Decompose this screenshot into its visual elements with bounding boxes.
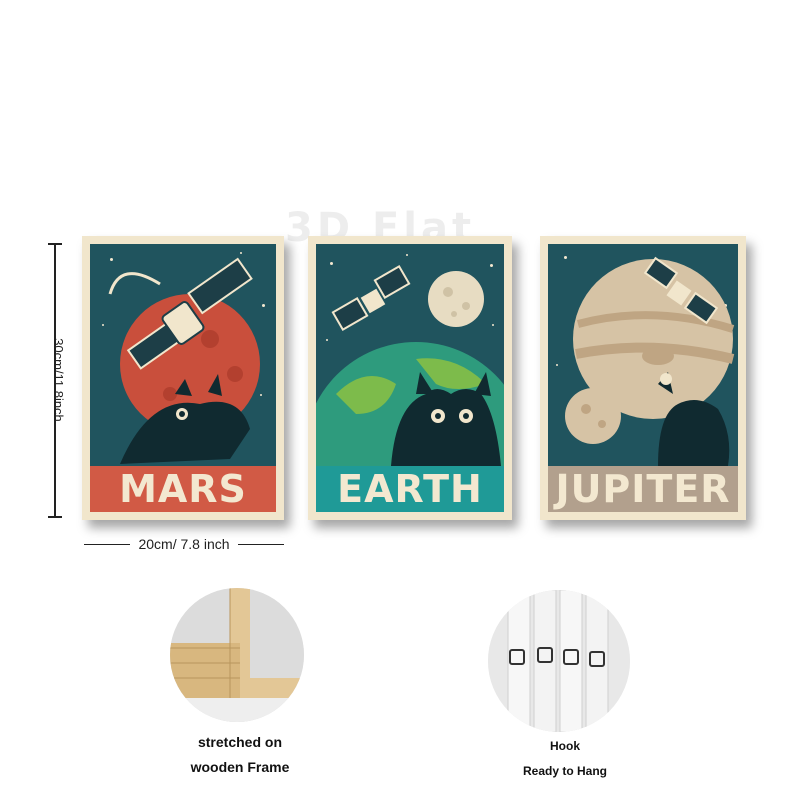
hook-caption-line1: Hook	[550, 739, 580, 753]
poster-earth-artwork	[316, 244, 504, 466]
height-dimension-cap-bottom	[48, 516, 62, 518]
width-dimension-line-left	[84, 543, 131, 545]
hook-caption-line2: Ready to Hang	[522, 764, 607, 778]
height-dimension-label: 30cm/11.8inch	[51, 338, 66, 422]
hook-hardware-icon	[488, 590, 630, 732]
width-dimension-line-right	[237, 543, 284, 545]
width-dimension: 20cm/ 7.8 inch	[84, 536, 284, 552]
wooden-frame-caption: stretched on wooden Frame	[150, 730, 330, 780]
wooden-frame-caption-line1: stretched on	[197, 734, 282, 750]
poster-earth: EARTH	[308, 236, 512, 520]
hook-caption: Hook Ready to Hang	[490, 734, 640, 784]
height-dimension-cap-top	[48, 243, 62, 245]
poster-earth-title: EARTH	[337, 467, 483, 511]
poster-mars-banner: MARS	[90, 466, 276, 512]
poster-mars-title: MARS	[119, 467, 247, 511]
poster-mars: MARS	[82, 236, 284, 520]
moon	[428, 271, 484, 327]
small-moon	[565, 388, 621, 444]
poster-jupiter: JUPITER	[540, 236, 746, 520]
wooden-frame-caption-line2: wooden Frame	[190, 759, 290, 775]
poster-jupiter-banner: JUPITER	[548, 466, 738, 512]
poster-jupiter-title: JUPITER	[555, 467, 731, 511]
poster-jupiter-artwork	[548, 244, 738, 466]
wooden-frame-corner-icon	[170, 588, 304, 722]
poster-mars-artwork	[90, 244, 276, 466]
poster-earth-banner: EARTH	[316, 466, 504, 512]
width-dimension-label: 20cm/ 7.8 inch	[138, 536, 230, 552]
